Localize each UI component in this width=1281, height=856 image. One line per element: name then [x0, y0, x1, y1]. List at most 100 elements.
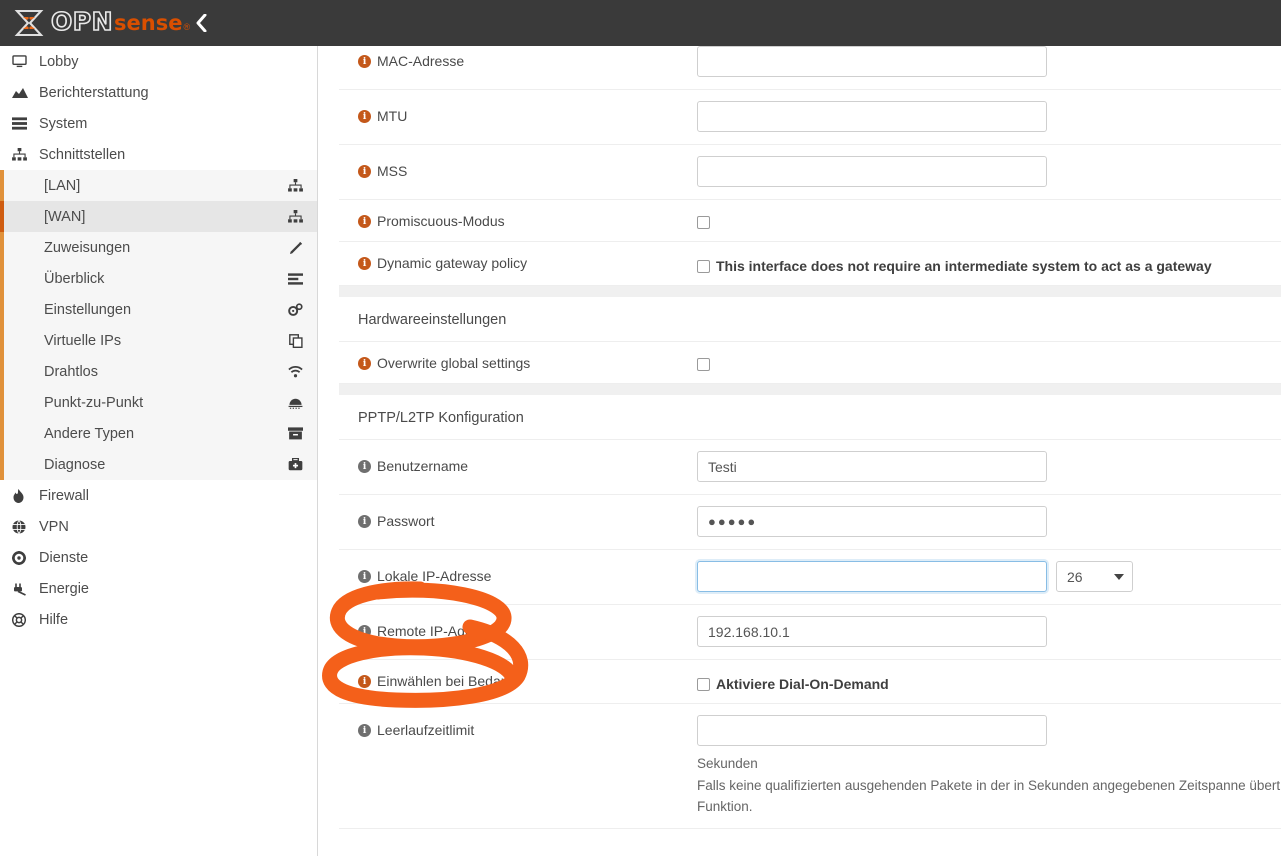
sidebar-item-label: Firewall [39, 487, 89, 504]
password-input[interactable] [697, 506, 1047, 537]
sidebar-item-vpn[interactable]: VPN [0, 511, 317, 542]
archive-icon [288, 427, 303, 440]
info-icon[interactable]: i [358, 570, 371, 583]
local-ip-input-group: 26 [697, 561, 1281, 592]
overwrite-global-settings-checkbox[interactable] [697, 358, 710, 371]
gear-icon [12, 550, 36, 565]
sidebar-item-lan[interactable]: [LAN] [0, 170, 317, 201]
sidebar-item-zuweisungen[interactable]: Zuweisungen [0, 232, 317, 263]
sidebar-item-punkt-zu-punkt[interactable]: Punkt-zu-Punkt [0, 387, 317, 418]
remote-ip-address-input[interactable] [697, 616, 1047, 647]
field-label-wrapper: i Benutzername [339, 440, 679, 485]
info-icon[interactable]: i [358, 625, 371, 638]
sidebar-item-andere-typen[interactable]: Andere Typen [0, 418, 317, 449]
field-label: Einwählen bei Bedarf [377, 673, 510, 689]
mss-input[interactable] [697, 156, 1047, 187]
field-control: Aktiviere Dial-On-Demand [679, 660, 1281, 703]
form-row-dynamic-gateway-policy: i Dynamic gateway policy This interface … [339, 242, 1281, 286]
info-icon[interactable]: i [358, 675, 371, 688]
sidebar-item-einstellungen[interactable]: Einstellungen [0, 294, 317, 325]
mtu-input[interactable] [697, 101, 1047, 132]
form-row-username: i Benutzername [339, 440, 1281, 495]
form-row-idle-timeout: i Leerlaufzeitlimit Sekunden Falls keine… [339, 704, 1281, 829]
sidebar-item-lobby[interactable]: Lobby [0, 46, 317, 77]
sidebar-item-schnittstellen[interactable]: Schnittstellen [0, 139, 317, 170]
sidebar-item-ueberblick[interactable]: Überblick [0, 263, 317, 294]
help-line-seconds: Sekunden [697, 756, 758, 771]
sidebar-item-firewall[interactable]: Firewall [0, 480, 317, 511]
info-icon[interactable]: i [358, 460, 371, 473]
field-label-wrapper: i MTU [339, 90, 679, 135]
local-ip-subnet-select[interactable]: 26 [1056, 561, 1133, 592]
field-control: This interface does not require an inter… [679, 242, 1281, 285]
field-label: Promiscuous-Modus [377, 213, 505, 229]
cogs-icon [288, 302, 303, 317]
field-label-wrapper: i Promiscuous-Modus [339, 200, 679, 240]
info-icon[interactable]: i [358, 724, 371, 737]
wifi-icon [288, 365, 303, 378]
field-label-wrapper: i MSS [339, 145, 679, 190]
sidebar-item-wan[interactable]: [WAN] [0, 201, 317, 232]
field-label: Benutzername [377, 458, 469, 474]
sidebar-item-system[interactable]: System [0, 108, 317, 139]
info-icon[interactable]: i [358, 515, 371, 528]
logo-text-sense: sense [114, 11, 183, 35]
desktop-icon [12, 55, 36, 68]
field-control: 26 [679, 550, 1281, 603]
mac-address-input[interactable] [697, 46, 1047, 77]
modem-icon [288, 397, 303, 409]
username-input[interactable] [697, 451, 1047, 482]
sidebar-submenu-schnittstellen: [LAN] [WAN] Zuweisungen Überblick Einste… [0, 170, 317, 480]
dial-on-demand-checkbox[interactable] [697, 677, 710, 691]
field-label: Dynamic gateway policy [377, 255, 528, 271]
sidebar-item-label: [WAN] [44, 208, 86, 225]
sidebar-item-energie[interactable]: Energie [0, 573, 317, 604]
section-header-hardware: Hardwareeinstellungen [339, 286, 1281, 342]
logo-text-opn: OPN [50, 7, 113, 36]
field-label-wrapper: i Dynamic gateway policy [339, 242, 679, 282]
overwrite-global-checkbox-wrapper [697, 355, 1281, 371]
sidebar-item-berichterstattung[interactable]: Berichterstattung [0, 77, 317, 108]
info-icon[interactable]: i [358, 110, 371, 123]
fire-icon [12, 488, 36, 503]
sidebar-item-label: Lobby [39, 53, 79, 70]
sidebar-item-virtuelle-ips[interactable]: Virtuelle IPs [0, 325, 317, 356]
field-label-wrapper: i Remote IP-Adresse [339, 605, 679, 650]
idle-timeout-help-text: Sekunden Falls keine qualifizierten ausg… [697, 746, 1281, 817]
field-label: Passwort [377, 513, 435, 529]
sidebar-item-drahtlos[interactable]: Drahtlos [0, 356, 317, 387]
sitemap-icon [12, 148, 36, 161]
info-icon[interactable]: i [358, 165, 371, 178]
form-row-dial-on-demand: i Einwählen bei Bedarf Aktiviere Dial-On… [339, 660, 1281, 704]
opnsense-logo[interactable]: OPN sense ® [14, 7, 190, 39]
info-icon[interactable]: i [358, 257, 371, 270]
globe-icon [12, 519, 36, 534]
help-line-description: Falls keine qualifizierten ausgehenden P… [697, 778, 1281, 793]
info-icon[interactable]: i [358, 55, 371, 68]
sidebar-item-diagnose[interactable]: Diagnose [0, 449, 317, 480]
field-control [679, 200, 1281, 240]
info-icon[interactable]: i [358, 215, 371, 228]
info-icon[interactable]: i [358, 357, 371, 370]
sidebar-item-label: Berichterstattung [39, 84, 149, 101]
sidebar-collapse-button[interactable] [188, 10, 214, 36]
sidebar-item-dienste[interactable]: Dienste [0, 542, 317, 573]
field-label-wrapper: i Einwählen bei Bedarf [339, 660, 679, 700]
dial-on-demand-checkbox-wrapper: Aktiviere Dial-On-Demand [697, 673, 1281, 692]
field-control [679, 605, 1281, 658]
field-label-wrapper: i Lokale IP-Adresse [339, 550, 679, 595]
sidebar-item-label: [LAN] [44, 177, 81, 194]
sidebar-navigation: Lobby Berichterstattung System Schnittst… [0, 46, 318, 856]
idle-timeout-input[interactable] [697, 715, 1047, 746]
medkit-icon [288, 458, 303, 471]
chart-area-icon [12, 86, 36, 99]
copy-icon [289, 333, 303, 348]
opnsense-mark-icon [14, 9, 44, 37]
dynamic-gateway-checkbox[interactable] [697, 259, 710, 273]
dial-on-demand-checkbox-label: Aktiviere Dial-On-Demand [716, 676, 889, 692]
local-ip-address-input[interactable] [697, 561, 1047, 592]
form-row-mtu: i MTU [339, 90, 1281, 145]
promiscuous-mode-checkbox[interactable] [697, 216, 710, 229]
sidebar-item-hilfe[interactable]: Hilfe [0, 604, 317, 635]
sidebar-item-label: Überblick [44, 270, 105, 287]
